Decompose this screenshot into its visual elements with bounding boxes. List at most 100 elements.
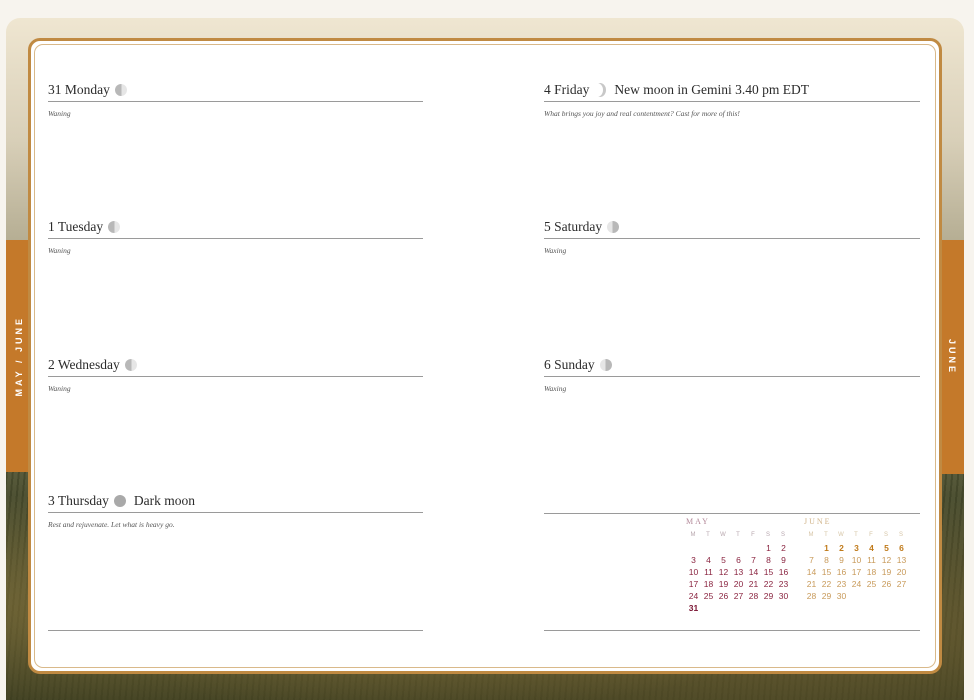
day-date: 5 Saturday bbox=[544, 219, 603, 234]
calendar-day[interactable]: 27 bbox=[894, 579, 909, 589]
day-entry-3-thursday[interactable]: 3 Thursday Dark moon Rest and rejuvenate… bbox=[48, 491, 423, 529]
calendar-day[interactable]: 16 bbox=[834, 567, 849, 577]
calendar-day[interactable]: 26 bbox=[716, 591, 731, 601]
calendar-day[interactable]: 19 bbox=[879, 567, 894, 577]
waxing-moon-icon bbox=[607, 221, 620, 233]
weekday-label: S bbox=[765, 532, 771, 538]
day-note: Waning bbox=[48, 384, 71, 393]
calendar-day[interactable]: 8 bbox=[761, 555, 776, 565]
calendar-empty-cell bbox=[701, 543, 716, 553]
day-entry-31-monday[interactable]: 31 Monday Waning bbox=[48, 80, 423, 118]
calendar-day[interactable]: 21 bbox=[804, 579, 819, 589]
day-date: 1 Tuesday bbox=[48, 219, 104, 234]
page-bottom-rule-right bbox=[544, 630, 920, 631]
calendar-day[interactable]: 20 bbox=[894, 567, 909, 577]
day-date: 6 Sunday bbox=[544, 357, 595, 372]
month-tab-right[interactable]: JUNE bbox=[940, 240, 964, 474]
calendar-day[interactable]: 11 bbox=[701, 567, 716, 577]
mini-calendar-grid: M T W T F S S 1 2 3 4 5 6 7 8 9 10 11 12 13 14 15 16 17 18 19 20 21… bbox=[686, 532, 791, 613]
calendar-day[interactable]: 22 bbox=[761, 579, 776, 589]
day-entry-4-friday[interactable]: 4 Friday New moon in Gemini 3.40 pm EDT … bbox=[544, 80, 920, 118]
day-event: New moon in Gemini 3.40 pm EDT bbox=[614, 82, 809, 97]
calendar-day[interactable]: 23 bbox=[834, 579, 849, 589]
calendar-day[interactable]: 21 bbox=[746, 579, 761, 589]
calendar-day[interactable]: 28 bbox=[746, 591, 761, 601]
calendar-day[interactable]: 30 bbox=[834, 591, 849, 601]
calendar-empty-cell bbox=[686, 543, 701, 553]
calendar-empty-cell bbox=[731, 603, 746, 613]
calendar-day[interactable]: 6 bbox=[731, 555, 746, 565]
weekday-label: S bbox=[883, 532, 889, 538]
calendar-day[interactable]: 5 bbox=[879, 543, 894, 553]
calendar-day[interactable]: 14 bbox=[804, 567, 819, 577]
day-entry-1-tuesday[interactable]: 1 Tuesday Waning bbox=[48, 217, 423, 255]
calendar-empty-cell bbox=[864, 591, 879, 601]
calendar-day[interactable]: 4 bbox=[864, 543, 879, 553]
day-entry-2-wednesday[interactable]: 2 Wednesday Waning bbox=[48, 355, 423, 393]
calendar-day[interactable]: 30 bbox=[776, 591, 791, 601]
calendar-day[interactable]: 19 bbox=[716, 579, 731, 589]
calendar-day[interactable]: 29 bbox=[819, 591, 834, 601]
weekday-label: W bbox=[838, 532, 845, 538]
calendar-day[interactable]: 17 bbox=[686, 579, 701, 589]
calendar-day[interactable]: 23 bbox=[776, 579, 791, 589]
calendar-day[interactable]: 3 bbox=[686, 555, 701, 565]
calendar-empty-cell bbox=[849, 591, 864, 601]
calendar-empty-cell bbox=[894, 591, 909, 601]
waxing-moon-icon bbox=[599, 359, 612, 371]
day-heading: 31 Monday bbox=[48, 80, 423, 102]
calendar-day[interactable]: 26 bbox=[879, 579, 894, 589]
calendar-day[interactable]: 11 bbox=[864, 555, 879, 565]
calendar-day[interactable]: 1 bbox=[761, 543, 776, 553]
calendar-day[interactable]: 28 bbox=[804, 591, 819, 601]
calendar-day[interactable]: 17 bbox=[849, 567, 864, 577]
calendar-day[interactable]: 15 bbox=[819, 567, 834, 577]
weekday-label: T bbox=[706, 532, 711, 538]
calendar-day[interactable]: 25 bbox=[864, 579, 879, 589]
calendar-day[interactable]: 6 bbox=[894, 543, 909, 553]
calendar-day[interactable]: 31 bbox=[686, 603, 701, 613]
calendar-day[interactable]: 2 bbox=[834, 543, 849, 553]
calendar-day[interactable]: 10 bbox=[686, 567, 701, 577]
waning-moon-icon bbox=[124, 359, 137, 371]
calendar-day[interactable]: 12 bbox=[716, 567, 731, 577]
calendar-empty-cell bbox=[746, 543, 761, 553]
weekday-label: T bbox=[854, 532, 859, 538]
day-note: Waxing bbox=[544, 246, 567, 255]
calendar-day[interactable]: 24 bbox=[686, 591, 701, 601]
calendar-day[interactable]: 29 bbox=[761, 591, 776, 601]
calendar-day[interactable]: 9 bbox=[834, 555, 849, 565]
calendar-day[interactable]: 4 bbox=[701, 555, 716, 565]
calendar-day[interactable]: 10 bbox=[849, 555, 864, 565]
day-entry-6-sunday[interactable]: 6 Sunday Waxing bbox=[544, 355, 920, 393]
calendar-day[interactable]: 18 bbox=[864, 567, 879, 577]
calendar-day[interactable]: 7 bbox=[804, 555, 819, 565]
calendar-day[interactable]: 9 bbox=[776, 555, 791, 565]
mini-calendar-may: MAY M T W T F S S 1 2 3 4 5 6 7 8 9 10 11 12 13 14 15 16 17 18 19… bbox=[686, 517, 791, 613]
calendar-day[interactable]: 16 bbox=[776, 567, 791, 577]
calendar-day[interactable]: 3 bbox=[849, 543, 864, 553]
calendar-day[interactable]: 18 bbox=[701, 579, 716, 589]
calendar-day[interactable]: 24 bbox=[849, 579, 864, 589]
calendar-day[interactable]: 14 bbox=[746, 567, 761, 577]
calendar-day[interactable]: 20 bbox=[731, 579, 746, 589]
calendar-empty-cell bbox=[746, 603, 761, 613]
day-entry-5-saturday[interactable]: 5 Saturday Waxing bbox=[544, 217, 920, 255]
calendar-day[interactable]: 13 bbox=[731, 567, 746, 577]
day-note: Waning bbox=[48, 246, 71, 255]
calendar-day[interactable]: 8 bbox=[819, 555, 834, 565]
calendar-day[interactable]: 5 bbox=[716, 555, 731, 565]
calendar-day[interactable]: 2 bbox=[776, 543, 791, 553]
calendar-day[interactable]: 27 bbox=[731, 591, 746, 601]
weekday-label: S bbox=[780, 532, 786, 538]
calendar-day[interactable]: 15 bbox=[761, 567, 776, 577]
calendar-day[interactable]: 12 bbox=[879, 555, 894, 565]
calendar-day[interactable]: 7 bbox=[746, 555, 761, 565]
page-bottom-rule-left bbox=[48, 630, 423, 631]
calendar-day[interactable]: 1 bbox=[819, 543, 834, 553]
calendar-empty-cell bbox=[731, 543, 746, 553]
day-heading: 1 Tuesday bbox=[48, 217, 423, 239]
calendar-day[interactable]: 22 bbox=[819, 579, 834, 589]
calendar-day[interactable]: 25 bbox=[701, 591, 716, 601]
calendar-day[interactable]: 13 bbox=[894, 555, 909, 565]
